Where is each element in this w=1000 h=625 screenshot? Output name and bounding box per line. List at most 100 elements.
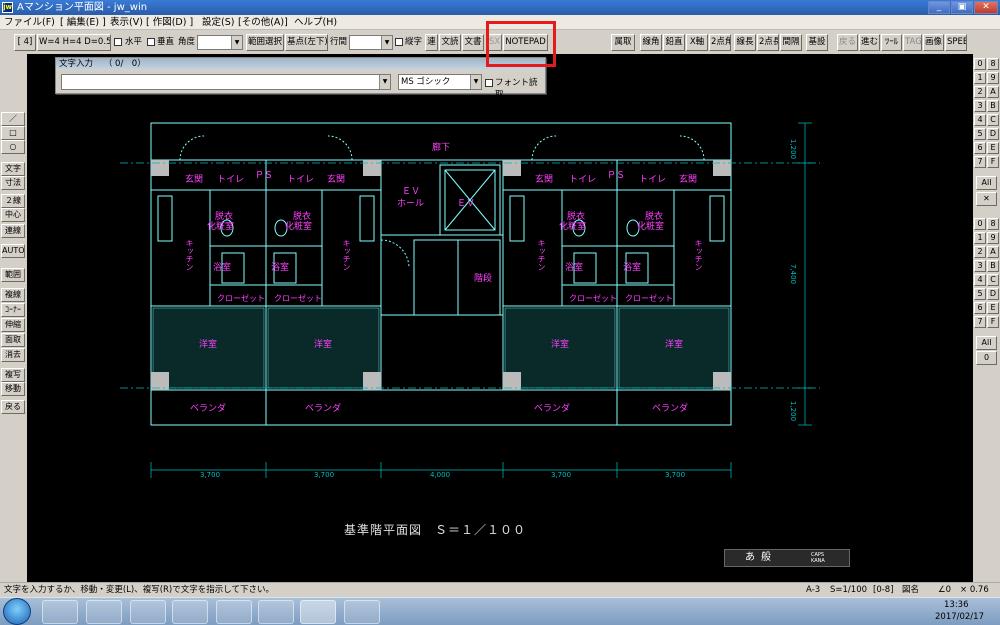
status-scale[interactable]: S=1/100 <box>830 583 867 597</box>
ime-mode[interactable]: あ <box>745 550 755 566</box>
right_groups-2[interactable]: 2 <box>974 246 986 258</box>
tool-button-12[interactable]: 伸縮 <box>1 318 25 332</box>
right_layers-1[interactable]: 1 <box>974 72 986 84</box>
taskbar-paint-icon[interactable] <box>344 600 380 624</box>
right_layers-B[interactable]: B <box>987 100 999 112</box>
right_groups-A[interactable]: A <box>987 246 999 258</box>
drawing-canvas[interactable]: 廊下 ＥＶ ホール ＥＶ 階段 玄関 玄関 玄関 玄関 トイレ トイレ トイレ … <box>27 54 973 582</box>
x-axis-button[interactable]: X軸 <box>686 34 708 51</box>
status-layer-name[interactable]: 図名 <box>902 583 919 597</box>
chevron-down-icon[interactable]: ▼ <box>379 75 390 89</box>
menu-edit[interactable]: [ 編集(E) ] <box>60 16 106 29</box>
right_layers-8[interactable]: 8 <box>987 58 999 70</box>
taskbar-folder-icon[interactable] <box>130 600 166 624</box>
right_groups-E[interactable]: E <box>987 302 999 314</box>
vertical-button[interactable]: 鉛直 <box>663 34 685 51</box>
tool-button-2[interactable]: ○ <box>1 140 25 154</box>
tool-button-11[interactable]: ｺｰﾅｰ <box>1 303 25 317</box>
tool-button-16[interactable]: 移動 <box>1 382 25 396</box>
right_groups-4[interactable]: 4 <box>974 274 986 286</box>
right-zero-button[interactable]: 0 <box>976 351 997 365</box>
right_groups-8[interactable]: 8 <box>987 218 999 230</box>
tool-button-13[interactable]: 面取 <box>1 333 25 347</box>
tool-button-10[interactable]: 複線 <box>1 288 25 302</box>
status-zoom[interactable]: × 0.76 <box>960 583 989 597</box>
right_layers-C[interactable]: C <box>987 114 999 126</box>
right_layers-D[interactable]: D <box>987 128 999 140</box>
right_layers-3[interactable]: 3 <box>974 100 986 112</box>
tool-button-6[interactable]: 中心線 <box>1 208 25 222</box>
tool-button-5[interactable]: ２線 <box>1 194 25 208</box>
two-point-angle-button[interactable]: 2点角 <box>709 34 731 51</box>
close-button[interactable]: ✕ <box>974 1 998 14</box>
vertical-text-checkbox[interactable] <box>395 38 403 46</box>
menu-other[interactable]: [その他(A)] <box>238 16 288 29</box>
right_groups-3[interactable]: 3 <box>974 260 986 272</box>
font-select[interactable]: MS ゴシック ▼ <box>398 74 482 90</box>
taskbar-acrobat-icon[interactable] <box>258 600 294 624</box>
right_groups-D[interactable]: D <box>987 288 999 300</box>
maximize-button[interactable]: ▣ <box>951 1 973 14</box>
undo-button[interactable]: 戻る <box>837 34 858 51</box>
taskbar-explorer-icon[interactable] <box>42 600 78 624</box>
right_groups-7[interactable]: 7 <box>974 316 986 328</box>
right_groups-6[interactable]: 6 <box>974 302 986 314</box>
series-button[interactable]: 連 <box>425 34 438 51</box>
tool-button-17[interactable]: 戻る <box>1 400 25 414</box>
right_groups-5[interactable]: 5 <box>974 288 986 300</box>
font-read-checkbox[interactable] <box>485 79 493 87</box>
start-button[interactable] <box>3 598 31 625</box>
menu-settings[interactable]: 設定(S) <box>202 16 234 29</box>
right_groups-F[interactable]: F <box>987 316 999 328</box>
taskbar-thunderbird-icon[interactable] <box>216 600 252 624</box>
clock-time[interactable]: 13:36 <box>944 600 969 610</box>
right_layers-5[interactable]: 5 <box>974 128 986 140</box>
tool-button-0[interactable]: ／ <box>1 112 25 126</box>
taskbar-jwcad-icon[interactable] <box>300 600 336 624</box>
right_layers-2[interactable]: 2 <box>974 86 986 98</box>
text-read-button[interactable]: 文読 <box>439 34 461 51</box>
tool-button-9[interactable]: 範囲 <box>1 268 25 282</box>
tool-button-3[interactable]: 文字 <box>1 162 25 176</box>
tool-button-7[interactable]: 連線 <box>1 224 25 238</box>
status-layer[interactable]: [0-8] <box>873 583 894 597</box>
right_layers-0[interactable]: 0 <box>974 58 986 70</box>
status-angle[interactable]: ∠0 <box>938 583 951 597</box>
right_layers-9[interactable]: 9 <box>987 72 999 84</box>
menu-file[interactable]: ファイル(F) <box>4 16 55 29</box>
horizontal-checkbox[interactable] <box>114 38 122 46</box>
line-length-button[interactable]: 線長 <box>734 34 756 51</box>
range-select-button[interactable]: 範囲選択 <box>246 34 284 51</box>
speed-button[interactable]: SPEED <box>945 34 967 51</box>
right_groups-B[interactable]: B <box>987 260 999 272</box>
clock-date[interactable]: 2017/02/17 <box>935 612 984 622</box>
interval-button[interactable]: 間隔 <box>780 34 802 51</box>
text-write-button[interactable]: 文書 <box>462 34 484 51</box>
minimize-button[interactable]: _ <box>928 1 950 14</box>
right-all-button[interactable]: All <box>976 336 997 350</box>
base-set-button[interactable]: 基設 <box>806 34 828 51</box>
tool-button-15[interactable]: 複写 <box>1 368 25 382</box>
base-point-button[interactable]: 基点(左下) <box>285 34 328 51</box>
redo-button[interactable]: 進む <box>859 34 880 51</box>
tool-button-8[interactable]: AUTO <box>1 244 25 258</box>
two-point-length-button[interactable]: 2点長 <box>757 34 779 51</box>
right_groups-C[interactable]: C <box>987 274 999 286</box>
attr-get-button[interactable]: 属取 <box>611 34 635 51</box>
ime-kana[interactable]: 般 <box>761 550 771 566</box>
right_groups-9[interactable]: 9 <box>987 232 999 244</box>
status-sheet[interactable]: A-3 <box>806 583 820 597</box>
taskbar-ie-icon[interactable] <box>86 600 122 624</box>
tool-button-1[interactable]: □ <box>1 126 25 140</box>
line-type-button[interactable]: [ 4] <box>14 34 36 51</box>
taskbar-chrome-icon[interactable] <box>172 600 208 624</box>
right_layers-4[interactable]: 4 <box>974 114 986 126</box>
right_layers-6[interactable]: 6 <box>974 142 986 154</box>
right_layers-A[interactable]: A <box>987 86 999 98</box>
tool-button-14[interactable]: 消去 <box>1 348 25 362</box>
menu-help[interactable]: ヘルプ(H) <box>294 16 337 29</box>
right_layers-F[interactable]: F <box>987 156 999 168</box>
tag-button[interactable]: TAG <box>903 34 922 51</box>
line-angle-button[interactable]: 線角 <box>640 34 662 51</box>
right_groups-1[interactable]: 1 <box>974 232 986 244</box>
